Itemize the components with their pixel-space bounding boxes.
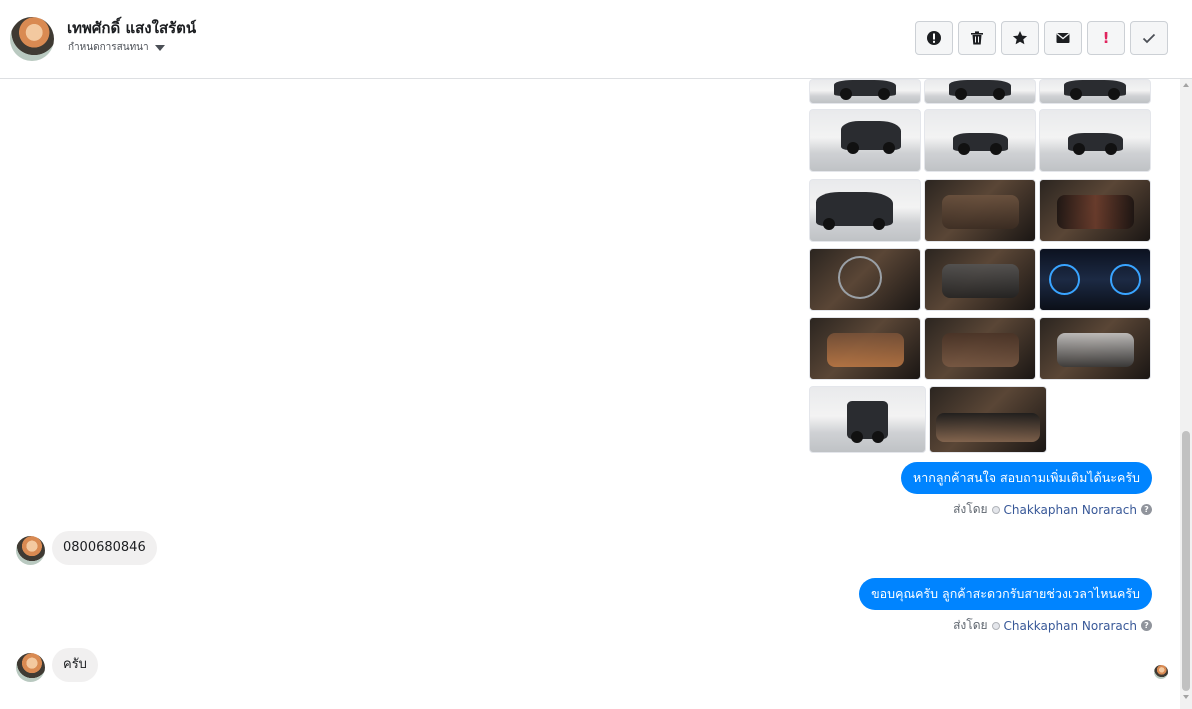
scroll-down-arrow-icon[interactable]: [1183, 695, 1189, 699]
car-photo[interactable]: [924, 248, 1036, 311]
read-receipt-avatar: [1154, 665, 1168, 679]
sent-by-label: ส่งโดย: [953, 502, 988, 516]
trash-icon: [971, 31, 983, 45]
car-photo[interactable]: [809, 109, 921, 172]
contact-avatar[interactable]: [10, 17, 54, 61]
conversation-header: เทพศักดิ์ แสงใสรัตน์ กำหนดการสนทนา !: [0, 0, 1192, 79]
mark-spam-button[interactable]: [915, 21, 953, 55]
contact-name[interactable]: เทพศักดิ์ แสงใสรัตน์: [67, 16, 196, 40]
conversation-actions: !: [915, 21, 1168, 55]
schedule-label: กำหนดการสนทนา: [68, 42, 149, 53]
check-icon: [1142, 33, 1156, 44]
car-photo[interactable]: [924, 179, 1036, 242]
car-photo[interactable]: [1039, 317, 1151, 380]
help-icon[interactable]: ?: [1141, 620, 1152, 631]
car-photo[interactable]: [809, 179, 921, 242]
agent-name-link[interactable]: Chakkaphan Norarach: [1004, 503, 1137, 517]
done-button[interactable]: [1130, 21, 1168, 55]
sent-by-info: ส่งโดย Chakkaphan Norarach ?: [953, 500, 1152, 519]
envelope-icon: [1056, 32, 1070, 43]
car-photo[interactable]: [809, 317, 921, 380]
incoming-message[interactable]: 0800680846: [52, 531, 157, 565]
exclamation-icon: !: [1102, 29, 1110, 47]
agent-status-icon: [991, 505, 1000, 514]
outgoing-message[interactable]: หากลูกค้าสนใจ สอบถามเพิ่มเติมได้นะครับ: [901, 462, 1152, 494]
incoming-message[interactable]: ครับ: [52, 648, 98, 682]
outgoing-message[interactable]: ขอบคุณครับ ลูกค้าสะดวกรับสายช่วงเวลาไหนค…: [859, 578, 1152, 610]
help-icon[interactable]: ?: [1141, 504, 1152, 515]
sent-by-label: ส่งโดย: [953, 618, 988, 632]
car-photo[interactable]: [1039, 179, 1151, 242]
chevron-down-icon: [154, 44, 165, 51]
mark-unread-button[interactable]: [1044, 21, 1082, 55]
contact-avatar-small[interactable]: [16, 653, 45, 682]
delete-button[interactable]: [958, 21, 996, 55]
agent-name-link[interactable]: Chakkaphan Norarach: [1004, 619, 1137, 633]
car-photo[interactable]: [924, 317, 1036, 380]
car-photo[interactable]: [929, 386, 1047, 453]
star-icon: [1012, 31, 1028, 45]
scrollbar[interactable]: [1180, 79, 1192, 709]
car-photo[interactable]: [809, 386, 926, 453]
contact-avatar-small[interactable]: [16, 536, 45, 565]
follow-up-button[interactable]: !: [1087, 21, 1125, 55]
car-photo[interactable]: [924, 109, 1036, 172]
car-photo[interactable]: [809, 79, 921, 104]
scrollbar-thumb[interactable]: [1182, 431, 1190, 691]
car-photo[interactable]: [1039, 109, 1151, 172]
scroll-up-arrow-icon[interactable]: [1183, 83, 1189, 87]
star-button[interactable]: [1001, 21, 1039, 55]
car-photo[interactable]: [924, 79, 1036, 104]
alert-circle-icon: [927, 31, 941, 45]
agent-status-icon: [991, 621, 1000, 630]
car-photo[interactable]: [1039, 79, 1151, 104]
car-photo[interactable]: [809, 248, 921, 311]
car-photo[interactable]: [1039, 248, 1151, 311]
sent-by-info: ส่งโดย Chakkaphan Norarach ?: [953, 616, 1152, 635]
conversation-schedule-dropdown[interactable]: กำหนดการสนทนา: [68, 40, 165, 55]
